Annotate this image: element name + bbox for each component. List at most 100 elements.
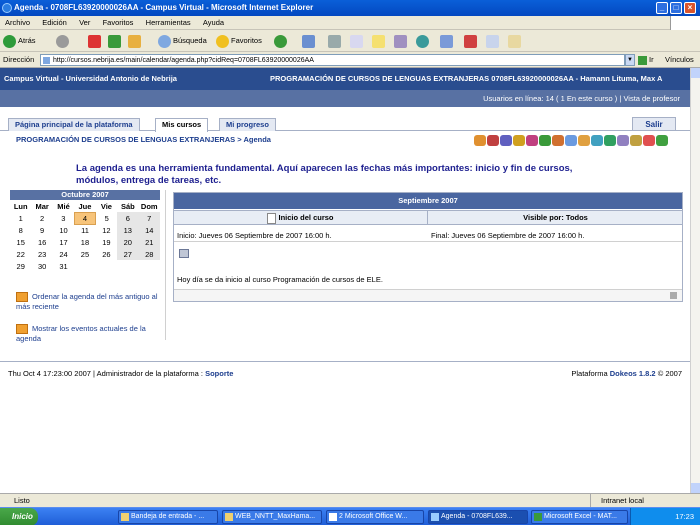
calendar-day[interactable]: 22 [10,248,31,260]
paste-button[interactable] [508,33,523,49]
taskbar-item-excel[interactable]: Microsoft Excel - MAT... [531,510,628,524]
dokeos-link[interactable]: Dokeos 1.8.2 [610,369,656,378]
copy-button[interactable] [486,33,501,49]
online-users[interactable]: Usuarios en línea: 14 ( 1 En este curso … [483,94,617,103]
tool-icon[interactable] [500,135,512,146]
minimize-button[interactable]: _ [656,2,668,14]
calendar-day[interactable]: 11 [74,224,95,236]
calendar-day[interactable]: 26 [96,248,117,260]
calendar-day[interactable]: 24 [53,248,74,260]
scroll-down-icon[interactable] [691,483,700,493]
favorites-button[interactable]: Favoritos [216,33,262,49]
tool-icon[interactable] [578,135,590,146]
edit-button[interactable] [350,33,365,49]
stop-button[interactable] [88,33,103,49]
refresh-button[interactable] [108,33,123,49]
calendar-day[interactable]: 13 [117,224,139,236]
calendar-day[interactable]: 7 [138,212,160,224]
lock-icon[interactable] [670,292,677,299]
teacher-view-link[interactable]: | Vista de profesor [619,94,680,103]
mail-button[interactable] [302,33,317,49]
calendar-day[interactable]: 2 [31,212,52,224]
start-button[interactable]: Inicio [0,508,38,525]
history-button[interactable] [274,33,289,49]
tool-icon[interactable] [656,135,668,146]
address-dropdown-button[interactable]: ▼ [625,54,635,66]
tool-icon[interactable] [526,135,538,146]
event-title[interactable]: Inicio del curso [174,211,428,225]
research-button[interactable] [394,33,409,49]
search-button[interactable]: Búsqueda [158,33,207,49]
go-button[interactable]: Ir [638,54,654,66]
messenger-button[interactable] [416,33,431,49]
taskbar-item-web[interactable]: WEB_NNTT_MaxHama... [222,510,322,524]
tab-my-progress[interactable]: Mi progreso [219,118,276,131]
taskbar-item-agenda[interactable]: Agenda - 0708FL639... [428,510,528,524]
tool-icon[interactable] [643,135,655,146]
notes-button[interactable] [372,33,387,49]
calendar-day[interactable]: 10 [53,224,74,236]
calendar-day[interactable]: 18 [74,236,95,248]
print-icon[interactable] [179,249,189,258]
print-button[interactable] [328,33,343,49]
menu-favoritos[interactable]: Favoritos [98,16,139,29]
close-button[interactable]: × [684,2,696,14]
tab-my-courses[interactable]: Mis cursos [155,118,209,132]
breadcrumb[interactable]: PROGRAMACIÓN DE CURSOS DE LENGUAS EXTRAN… [16,135,271,144]
calendar-day[interactable]: 1 [10,212,31,224]
calendar-day[interactable]: 9 [31,224,52,236]
calendar-day[interactable]: 15 [10,236,31,248]
calendar-day[interactable]: 23 [31,248,52,260]
calendar-day[interactable]: 27 [117,248,139,260]
tab-home-platform[interactable]: Página principal de la plataforma [8,118,140,131]
calendar-day[interactable]: 28 [138,248,160,260]
menu-ver[interactable]: Ver [74,16,95,29]
calendar-day[interactable]: 14 [138,224,160,236]
calendar-day[interactable]: 20 [117,236,139,248]
calendar-day[interactable]: 8 [10,224,31,236]
back-button[interactable]: Atrás [3,33,36,49]
tool-icon[interactable] [513,135,525,146]
taskbar-item-inbox[interactable]: Bandeja de entrada - ... [118,510,218,524]
clock[interactable]: 17:23 [675,512,694,521]
calendar-day[interactable]: 6 [117,212,139,224]
tool-icon[interactable] [591,135,603,146]
tool-icon[interactable] [474,135,486,146]
scroll-up-icon[interactable] [691,68,700,78]
calendar-day[interactable]: 12 [96,224,117,236]
menu-herramientas[interactable]: Herramientas [141,16,196,29]
calendar-day[interactable]: 3 [53,212,74,224]
tool-icon[interactable] [487,135,499,146]
forward-button[interactable] [56,33,71,49]
tool-icon[interactable] [617,135,629,146]
tool-icon[interactable] [552,135,564,146]
calendar-day[interactable]: 19 [96,236,117,248]
sort-agenda-link[interactable]: Ordenar la agenda del más antiguo al más… [14,292,162,312]
cut-button[interactable] [464,33,479,49]
logout-button[interactable]: Salir [632,117,676,131]
vertical-scrollbar[interactable] [690,68,700,493]
calendar-day[interactable]: 21 [138,236,160,248]
calendar-day[interactable]: 5 [96,212,117,224]
menu-edicion[interactable]: Edición [37,16,72,29]
menu-archivo[interactable]: Archivo [0,16,35,29]
taskbar-item-word[interactable]: 2 Microsoft Office W... [326,510,424,524]
support-link[interactable]: Soporte [205,369,233,378]
tool-icon[interactable] [630,135,642,146]
links-toolbar[interactable]: Vínculos [665,55,694,64]
tool-icon[interactable] [539,135,551,146]
calendar-day[interactable]: 4 [73,211,97,225]
discuss-button[interactable] [440,33,455,49]
menu-ayuda[interactable]: Ayuda [198,16,229,29]
calendar-day[interactable]: 25 [74,248,95,260]
calendar-day[interactable]: 17 [53,236,74,248]
home-button[interactable] [128,33,143,49]
calendar-day[interactable]: 31 [53,260,74,272]
tool-icon[interactable] [565,135,577,146]
calendar-day[interactable]: 30 [31,260,52,272]
calendar-day[interactable]: 29 [10,260,31,272]
address-input[interactable]: http://cursos.nebrija.es/main/calendar/a… [40,54,625,66]
calendar-day[interactable]: 16 [31,236,52,248]
show-current-events-link[interactable]: Mostrar los eventos actuales de la agend… [14,324,162,344]
tool-icon[interactable] [604,135,616,146]
